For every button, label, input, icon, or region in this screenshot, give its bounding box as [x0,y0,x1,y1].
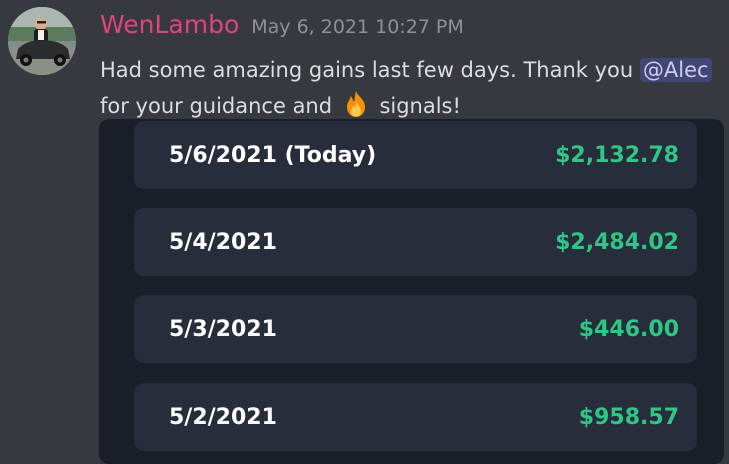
message-text-part2: for your guidance and [100,94,339,118]
gain-date: 5/6/2021 (Today) [169,142,377,168]
avatar-image [8,7,76,75]
gain-row-2: 5/4/2021 $2,484.02 [134,208,697,276]
gain-amount: $2,484.02 [555,229,679,255]
username[interactable]: WenLambo [100,10,239,39]
message-header: WenLambo May 6, 2021 10:27 PM [100,10,464,44]
message-text-part3: signals! [372,94,461,118]
gain-date: 5/4/2021 [169,229,277,255]
chat-message: WenLambo May 6, 2021 10:27 PM Had some a… [0,0,729,464]
gain-row-4: 5/2/2021 $958.57 [134,383,697,451]
gains-attachment[interactable]: 5/6/2021 (Today) $2,132.78 5/4/2021 $2,4… [99,119,724,464]
user-mention[interactable]: @Alec [639,58,712,82]
gain-amount: $2,132.78 [555,142,679,168]
gain-row-3: 5/3/2021 $446.00 [134,295,697,363]
gain-date: 5/3/2021 [169,316,277,342]
gain-row-1: 5/6/2021 (Today) $2,132.78 [134,121,697,189]
message-line-1: Had some amazing gains last few days. Th… [100,52,720,88]
gain-date: 5/2/2021 [169,404,277,430]
gain-amount: $958.57 [578,404,679,430]
timestamp: May 6, 2021 10:27 PM [251,16,464,38]
fire-emoji-icon [341,89,371,119]
avatar[interactable] [8,7,76,75]
gain-amount: $446.00 [578,316,679,342]
message-content: Had some amazing gains last few days. Th… [100,52,720,124]
message-text-part1: Had some amazing gains last few days. Th… [100,58,640,82]
